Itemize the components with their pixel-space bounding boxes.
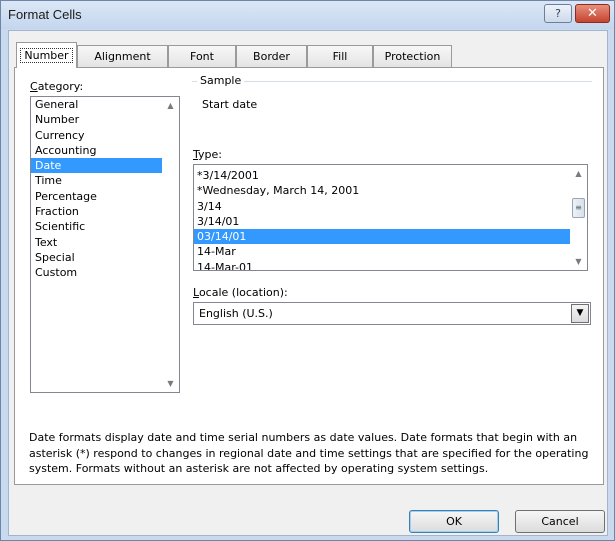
chevron-down-icon[interactable]: ▼ (571, 304, 589, 323)
tab-border[interactable]: Border (236, 45, 307, 67)
category-label: Category: (30, 80, 84, 93)
list-item[interactable]: 14-Mar (194, 244, 587, 259)
list-item[interactable]: Time (31, 173, 179, 188)
sample-heading: Sample (197, 74, 245, 87)
scroll-thumb[interactable]: ≡ (572, 198, 585, 218)
sample-group: Sample Start date (192, 74, 592, 118)
list-item[interactable]: Fraction (31, 204, 179, 219)
list-item[interactable]: Accounting (31, 143, 179, 158)
list-item[interactable]: 03/14/01 (194, 229, 587, 245)
cancel-button[interactable]: Cancel (515, 510, 605, 533)
category-list[interactable]: General Number Currency Accounting Date Time P… (30, 96, 180, 393)
type-scrollbar[interactable]: ▲ ≡ ▼ (570, 165, 587, 270)
number-tab-panel: Category: General Number Currency Accountin… (14, 67, 604, 485)
list-item[interactable]: Scientific (31, 219, 179, 234)
locale-value: English (U.S.) (199, 307, 273, 320)
tab-label: Alignment (94, 50, 151, 63)
list-item[interactable]: General (31, 97, 179, 112)
title-bar[interactable]: Format Cells ? ✕ (1, 1, 614, 29)
list-item[interactable]: Custom (31, 265, 179, 280)
list-item[interactable]: Currency (31, 128, 179, 143)
sample-value: Start date (202, 98, 258, 111)
tab-font[interactable]: Font (168, 45, 236, 67)
tab-alignment[interactable]: Alignment (77, 45, 168, 67)
locale-label: Locale (location): (193, 286, 288, 299)
list-item[interactable]: Text (31, 235, 179, 250)
list-item[interactable]: *Wednesday, March 14, 2001 (194, 183, 587, 198)
dialog-title: Format Cells (8, 7, 82, 22)
type-list[interactable]: *3/14/2001 *Wednesday, March 14, 2001 3/14… (193, 164, 588, 271)
tab-label: Border (253, 50, 290, 63)
tab-fill[interactable]: Fill (307, 45, 373, 67)
close-button[interactable]: ✕ (575, 4, 610, 23)
format-description: Date formats display date and time seria… (29, 431, 589, 475)
tab-number[interactable]: Number (16, 42, 77, 68)
list-item[interactable]: Special (31, 250, 179, 265)
ok-button[interactable]: OK (409, 510, 499, 533)
category-scrollbar[interactable]: ▲ ▼ (162, 97, 179, 392)
list-item[interactable]: Percentage (31, 189, 179, 204)
locale-dropdown[interactable]: English (U.S.) ▼ (193, 302, 591, 325)
list-item[interactable]: Number (31, 112, 179, 127)
help-icon: ? (555, 7, 561, 20)
list-item[interactable]: 3/14 (194, 199, 587, 214)
dialog-body: Number Alignment Font Border Fill Protec… (8, 30, 608, 536)
list-item[interactable]: 14-Mar-01 (194, 260, 587, 270)
list-item[interactable]: Date (31, 158, 179, 174)
format-cells-dialog: Format Cells ? ✕ Number Alignment Font B… (0, 0, 615, 541)
list-item[interactable]: 3/14/01 (194, 214, 587, 229)
scroll-down-icon[interactable]: ▼ (162, 375, 179, 392)
close-icon: ✕ (587, 6, 598, 21)
tab-label: Fill (332, 50, 348, 63)
scroll-down-icon[interactable]: ▼ (570, 253, 587, 270)
type-label: Type: (193, 148, 222, 161)
tab-label: Font (190, 50, 214, 63)
tab-label: Number (20, 48, 73, 63)
scroll-up-icon[interactable]: ▲ (570, 165, 587, 182)
scroll-up-icon[interactable]: ▲ (162, 97, 179, 114)
list-item[interactable]: *3/14/2001 (194, 168, 587, 183)
tab-protection[interactable]: Protection (373, 45, 452, 67)
tab-label: Protection (384, 50, 441, 63)
help-button[interactable]: ? (544, 4, 572, 23)
